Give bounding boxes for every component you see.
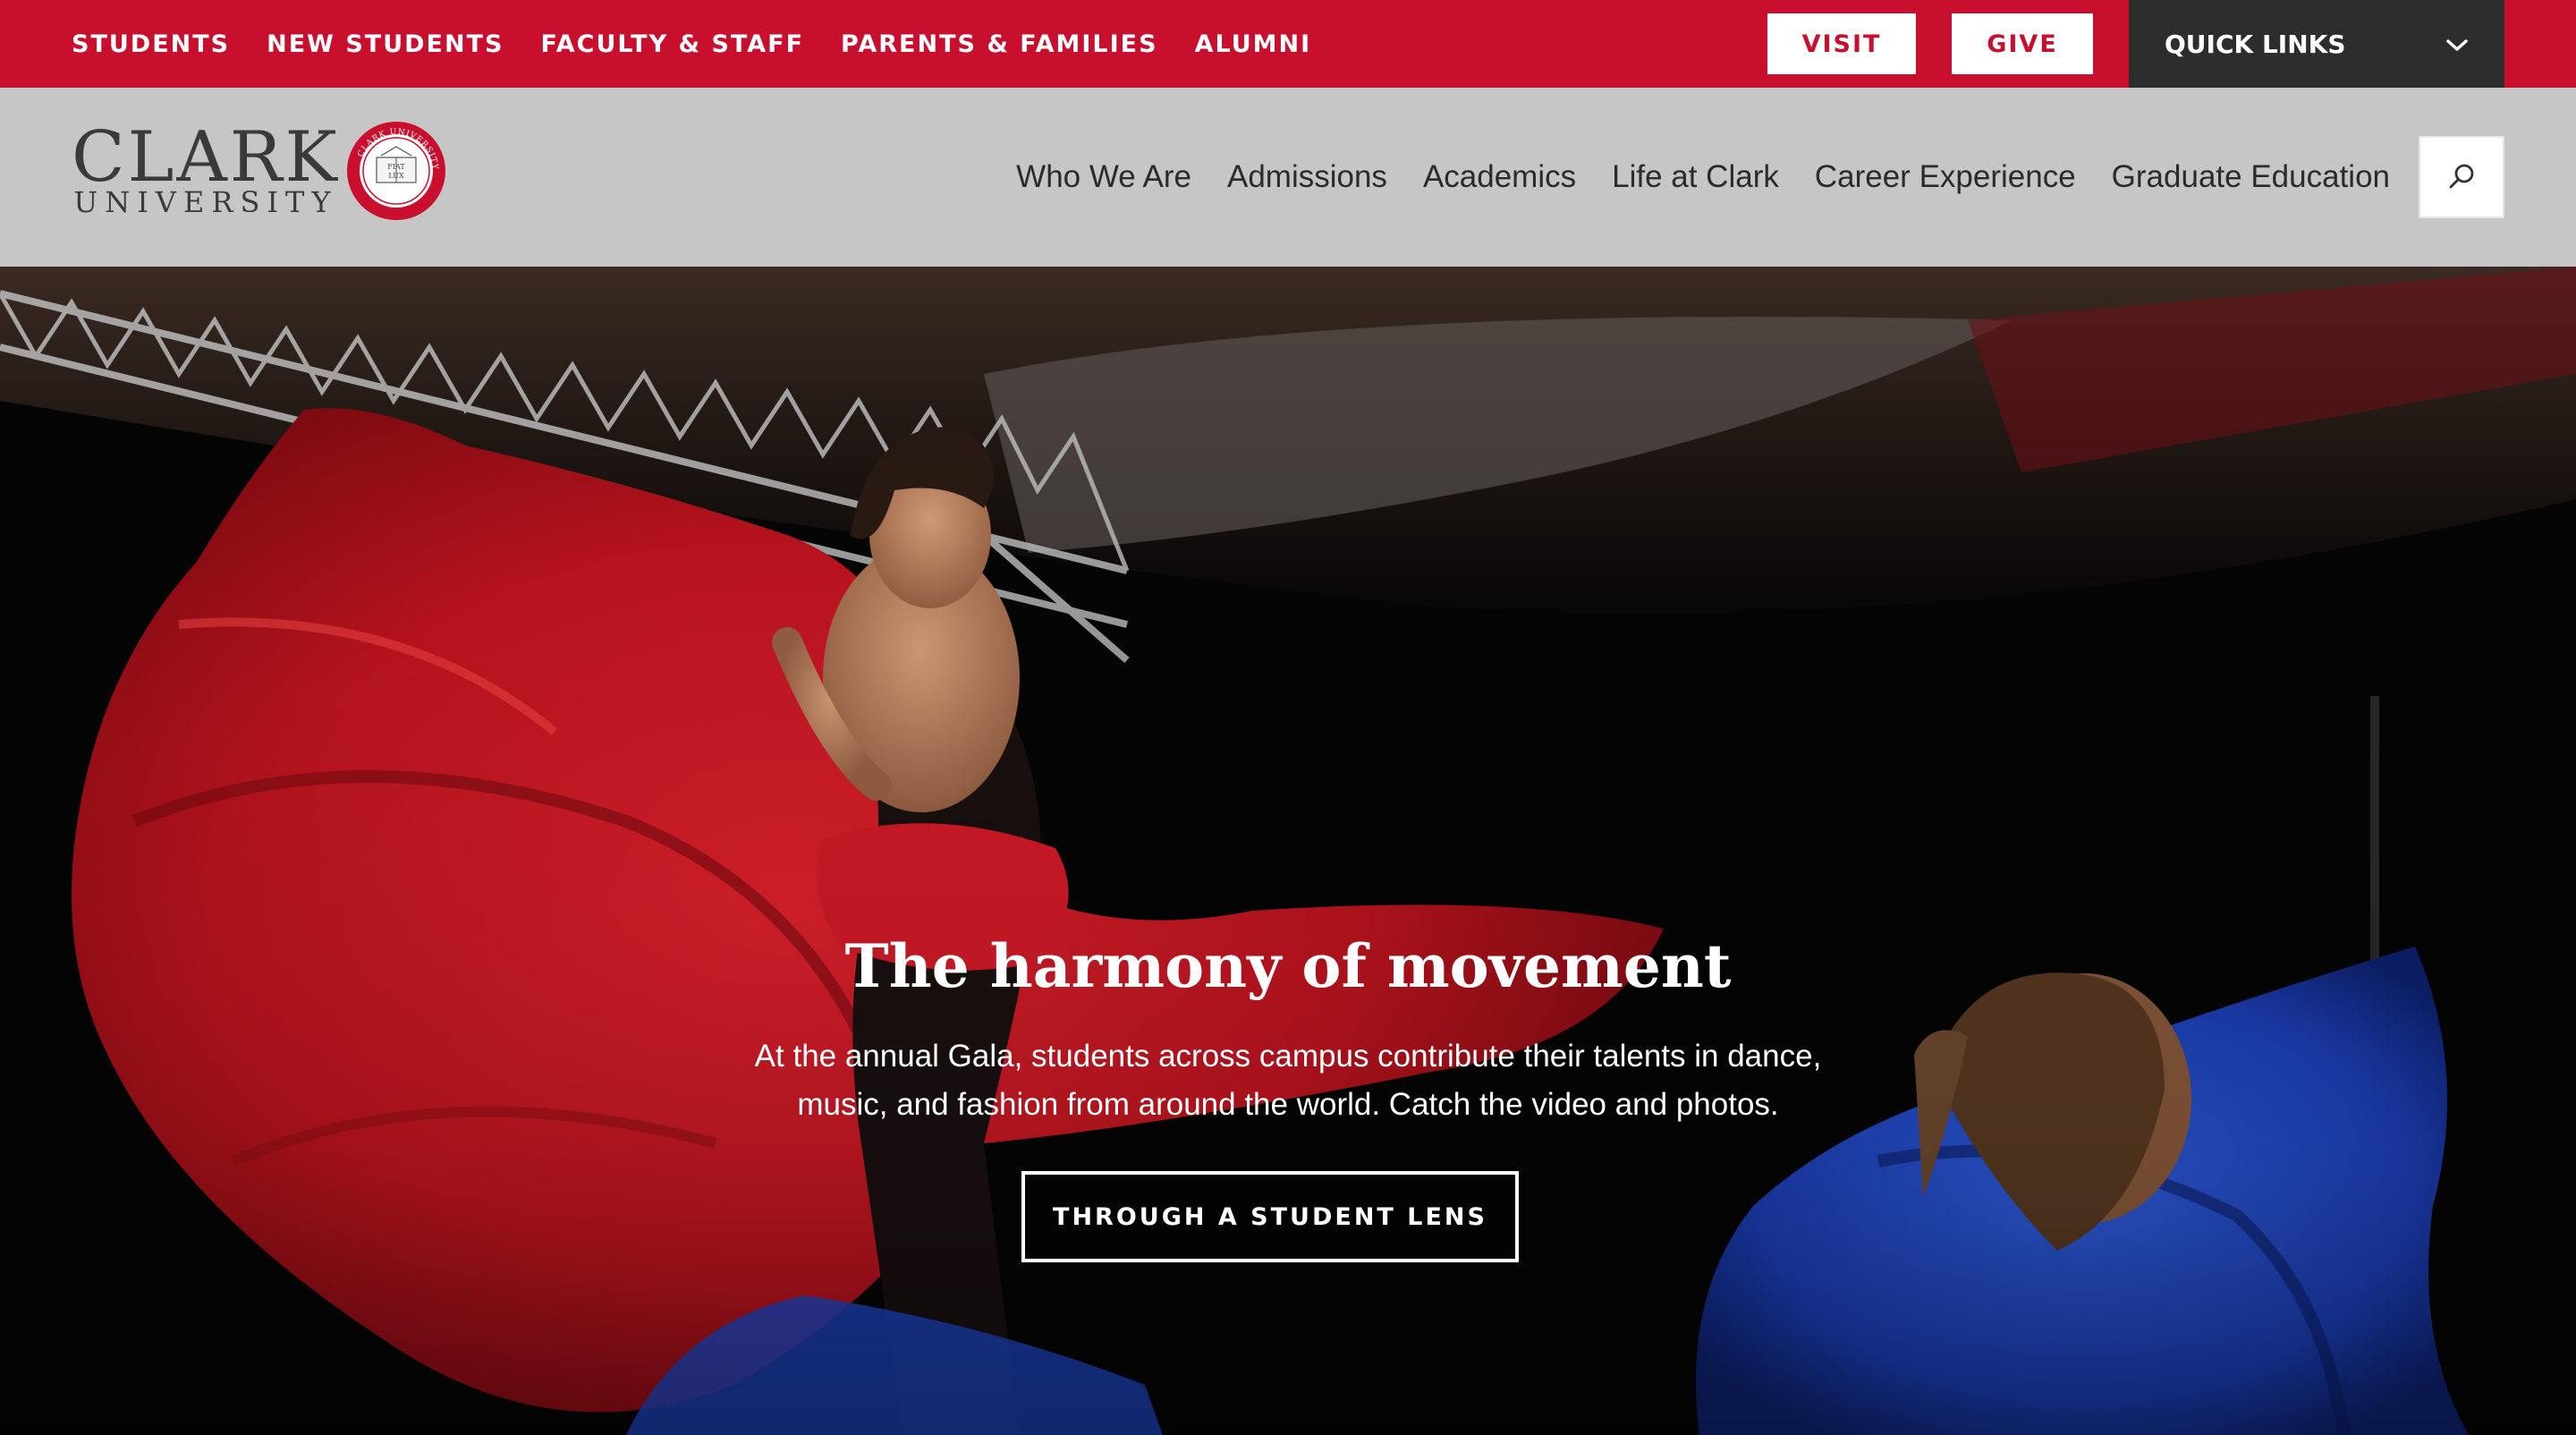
main-nav: Who We Are Admissions Academics Life at … <box>980 88 2390 267</box>
quick-links-label: QUICK LINKS <box>2165 29 2346 59</box>
search-icon <box>2449 164 2474 189</box>
audience-nav: STUDENTS NEW STUDENTS FACULTY & STAFF PA… <box>72 0 1348 88</box>
logo-wordmark-university: UNIVERSITY <box>73 185 338 219</box>
visit-button[interactable]: VISIT <box>1767 13 1916 74</box>
hero-content: The harmony of movement At the annual Ga… <box>0 267 2576 1435</box>
logo-wordmark-clark: CLARK <box>72 117 340 198</box>
nav-life-at-clark[interactable]: Life at Clark <box>1612 159 1779 195</box>
utility-actions: VISIT GIVE QUICK LINKS <box>1767 0 2576 88</box>
nav-who-we-are[interactable]: Who We Are <box>1016 159 1191 195</box>
hero-section: The harmony of movement At the annual Ga… <box>0 267 2576 1435</box>
hero-description: At the annual Gala, students across camp… <box>754 1039 1822 1122</box>
nav-career-experience[interactable]: Career Experience <box>1815 159 2076 195</box>
audience-link-parents-families[interactable]: PARENTS & FAMILIES <box>841 30 1158 58</box>
audience-link-faculty-staff[interactable]: FACULTY & STAFF <box>540 30 804 58</box>
utility-bar: STUDENTS NEW STUDENTS FACULTY & STAFF PA… <box>0 0 2576 88</box>
student-lens-button[interactable]: THROUGH A STUDENT LENS <box>1021 1171 1519 1262</box>
give-button[interactable]: GIVE <box>1952 13 2093 74</box>
svg-text:LUX: LUX <box>388 172 404 180</box>
audience-link-alumni[interactable]: ALUMNI <box>1195 30 1312 58</box>
university-seal-icon: FIAT LUX CLARK UNIVERSITY <box>346 122 445 220</box>
chevron-down-icon <box>2445 30 2469 59</box>
nav-academics[interactable]: Academics <box>1423 159 1576 195</box>
main-header: CLARK UNIVERSITY FIAT LUX CLARK UNIVERSI… <box>0 88 2576 267</box>
svg-text:FIAT: FIAT <box>387 163 405 171</box>
nav-admissions[interactable]: Admissions <box>1227 159 1387 195</box>
logo-wordmark: CLARK UNIVERSITY <box>72 117 340 219</box>
quick-links-dropdown[interactable]: QUICK LINKS <box>2129 0 2504 88</box>
search-button[interactable] <box>2419 136 2504 218</box>
nav-graduate-education[interactable]: Graduate Education <box>2112 159 2390 195</box>
hero-title: The harmony of movement <box>844 931 1732 1001</box>
clark-university-logo[interactable]: CLARK UNIVERSITY FIAT LUX CLARK UNIVERSI… <box>72 120 447 222</box>
audience-link-students[interactable]: STUDENTS <box>72 30 230 58</box>
utility-bar-edge <box>2504 0 2576 88</box>
audience-link-new-students[interactable]: NEW STUDENTS <box>267 30 504 58</box>
